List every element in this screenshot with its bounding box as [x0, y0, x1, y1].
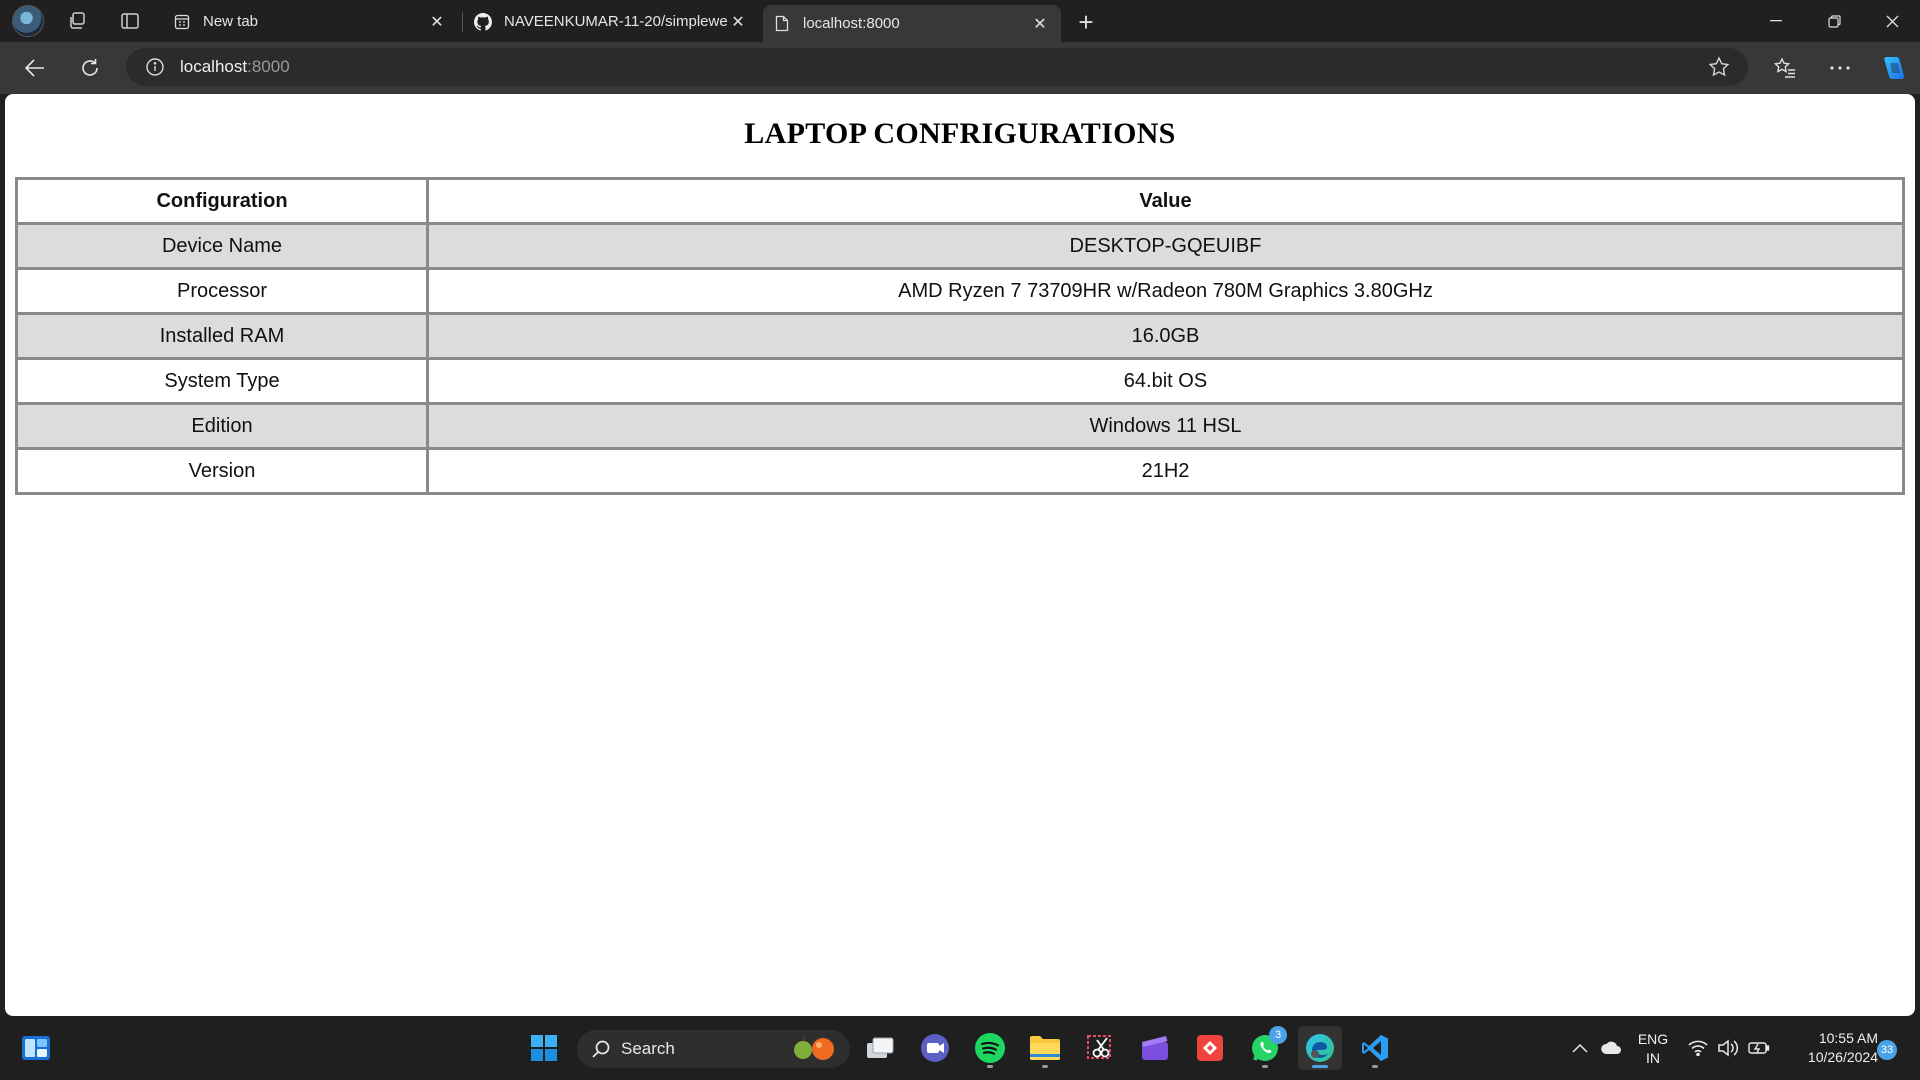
region-code: IN	[1646, 1050, 1660, 1066]
widgets-icon[interactable]	[14, 1026, 58, 1070]
config-name-cell: Installed RAM	[18, 315, 426, 357]
running-indicator	[1042, 1065, 1048, 1068]
close-tab-icon[interactable]: ✕	[1029, 13, 1051, 35]
github-icon	[474, 12, 492, 31]
document-icon	[773, 15, 791, 33]
notification-count-badge[interactable]: 33	[1877, 1040, 1897, 1060]
favorite-star-icon[interactable]	[1708, 56, 1730, 83]
config-name-cell: Edition	[18, 405, 426, 447]
snipping-tool-icon[interactable]	[1078, 1026, 1122, 1070]
browser-toolbar: localhost:8000	[0, 42, 1920, 94]
config-value-cell: 64.bit OS	[429, 360, 1902, 402]
config-value-cell: AMD Ryzen 7 73709HR w/Radeon 780M Graphi…	[429, 270, 1902, 312]
whatsapp-icon[interactable]: 3	[1243, 1026, 1287, 1070]
edge-browser-icon[interactable]	[1298, 1026, 1342, 1070]
site-info-icon[interactable]	[144, 56, 166, 78]
minimize-icon[interactable]	[1747, 0, 1805, 42]
tab-title: New tab	[203, 13, 259, 30]
table-row: Device Name DESKTOP-GQEUIBF	[18, 225, 1902, 267]
anydesk-icon[interactable]	[1188, 1026, 1232, 1070]
search-label: Search	[621, 1039, 675, 1058]
notification-badge: 3	[1269, 1026, 1287, 1044]
config-name-cell: System Type	[18, 360, 426, 402]
copilot-icon[interactable]	[1873, 48, 1913, 88]
vscode-icon[interactable]	[1353, 1026, 1397, 1070]
tab-localhost[interactable]: localhost:8000 ✕	[763, 5, 1061, 42]
config-name-cell: Version	[18, 450, 426, 492]
config-value-cell: 16.0GB	[429, 315, 1902, 357]
running-indicator	[1262, 1065, 1268, 1068]
clipchamp-icon[interactable]	[1133, 1026, 1177, 1070]
more-menu-icon[interactable]	[1820, 48, 1860, 88]
config-name-cell: Device Name	[18, 225, 426, 267]
search-highlight-fruit-icon	[786, 1035, 840, 1068]
column-header-value: Value	[429, 180, 1902, 222]
tab-actions-icon[interactable]	[113, 4, 147, 38]
language-indicator[interactable]: ENG IN	[1633, 1030, 1673, 1068]
running-indicator	[987, 1065, 993, 1068]
config-value-cell: Windows 11 HSL	[429, 405, 1902, 447]
taskbar-search[interactable]: Search	[577, 1030, 850, 1068]
url-host: localhost	[180, 57, 248, 76]
restore-icon[interactable]	[1805, 0, 1863, 42]
clock-time: 10:55 AM	[1818, 1030, 1878, 1046]
system-clock[interactable]: 10:55 AM 10/26/2024	[1786, 1029, 1878, 1067]
table-row: Edition Windows 11 HSL	[18, 405, 1902, 447]
new-tab-button[interactable]: +	[1070, 6, 1102, 38]
config-value-cell: 21H2	[429, 450, 1902, 492]
url-port: :8000	[247, 57, 290, 76]
spotify-icon[interactable]	[968, 1026, 1012, 1070]
table-row: Version 21H2	[18, 450, 1902, 492]
battery-icon[interactable]	[1736, 1026, 1780, 1070]
active-indicator	[1312, 1065, 1328, 1068]
config-value-cell: DESKTOP-GQEUIBF	[429, 225, 1902, 267]
page-title: LAPTOP CONFRIGURATIONS	[744, 117, 1176, 150]
search-icon	[591, 1039, 611, 1059]
page-viewport: LAPTOP CONFRIGURATIONS Configuration Val…	[5, 94, 1915, 1016]
favorites-list-icon[interactable]	[1765, 48, 1805, 88]
browser-title-bar: New tab ✕ NAVEENKUMAR-11-20/simplewebapp…	[0, 0, 1920, 42]
close-tab-icon[interactable]: ✕	[727, 11, 749, 33]
table-header-row: Configuration Value	[18, 180, 1902, 222]
running-indicator	[1372, 1065, 1378, 1068]
tab-new-tab[interactable]: New tab ✕	[163, 5, 458, 38]
onedrive-cloud-icon[interactable]	[1589, 1026, 1633, 1070]
profile-avatar[interactable]	[12, 5, 44, 37]
close-tab-icon[interactable]: ✕	[426, 11, 448, 33]
config-name-cell: Processor	[18, 270, 426, 312]
close-window-icon[interactable]	[1863, 0, 1920, 42]
teams-meet-icon[interactable]	[913, 1026, 957, 1070]
tab-title: NAVEENKUMAR-11-20/simplewebapp	[504, 13, 727, 30]
tab-divider	[462, 12, 463, 32]
start-windows-icon[interactable]	[522, 1026, 566, 1070]
workspaces-icon[interactable]	[60, 4, 94, 38]
address-bar[interactable]: localhost:8000	[126, 48, 1748, 86]
back-arrow-icon[interactable]	[15, 48, 55, 88]
language-code: ENG	[1637, 1031, 1669, 1047]
new-tab-page-icon	[173, 13, 191, 31]
task-view-icon[interactable]	[858, 1026, 902, 1070]
table-row: Processor AMD Ryzen 7 73709HR w/Radeon 7…	[18, 270, 1902, 312]
clock-date: 10/26/2024	[1807, 1049, 1878, 1065]
table-row: System Type 64.bit OS	[18, 360, 1902, 402]
refresh-icon[interactable]	[70, 48, 110, 88]
table-row: Installed RAM 16.0GB	[18, 315, 1902, 357]
tab-title: localhost:8000	[803, 15, 900, 32]
configuration-table: Configuration Value Device Name DESKTOP-…	[15, 177, 1905, 495]
windows-taskbar: Search 3 ENG IN 10:55 AM 10/26/2024 33	[0, 1016, 1920, 1080]
file-explorer-icon[interactable]	[1023, 1026, 1067, 1070]
column-header-configuration: Configuration	[18, 180, 426, 222]
tab-github[interactable]: NAVEENKUMAR-11-20/simplewebapp ✕	[464, 5, 759, 38]
